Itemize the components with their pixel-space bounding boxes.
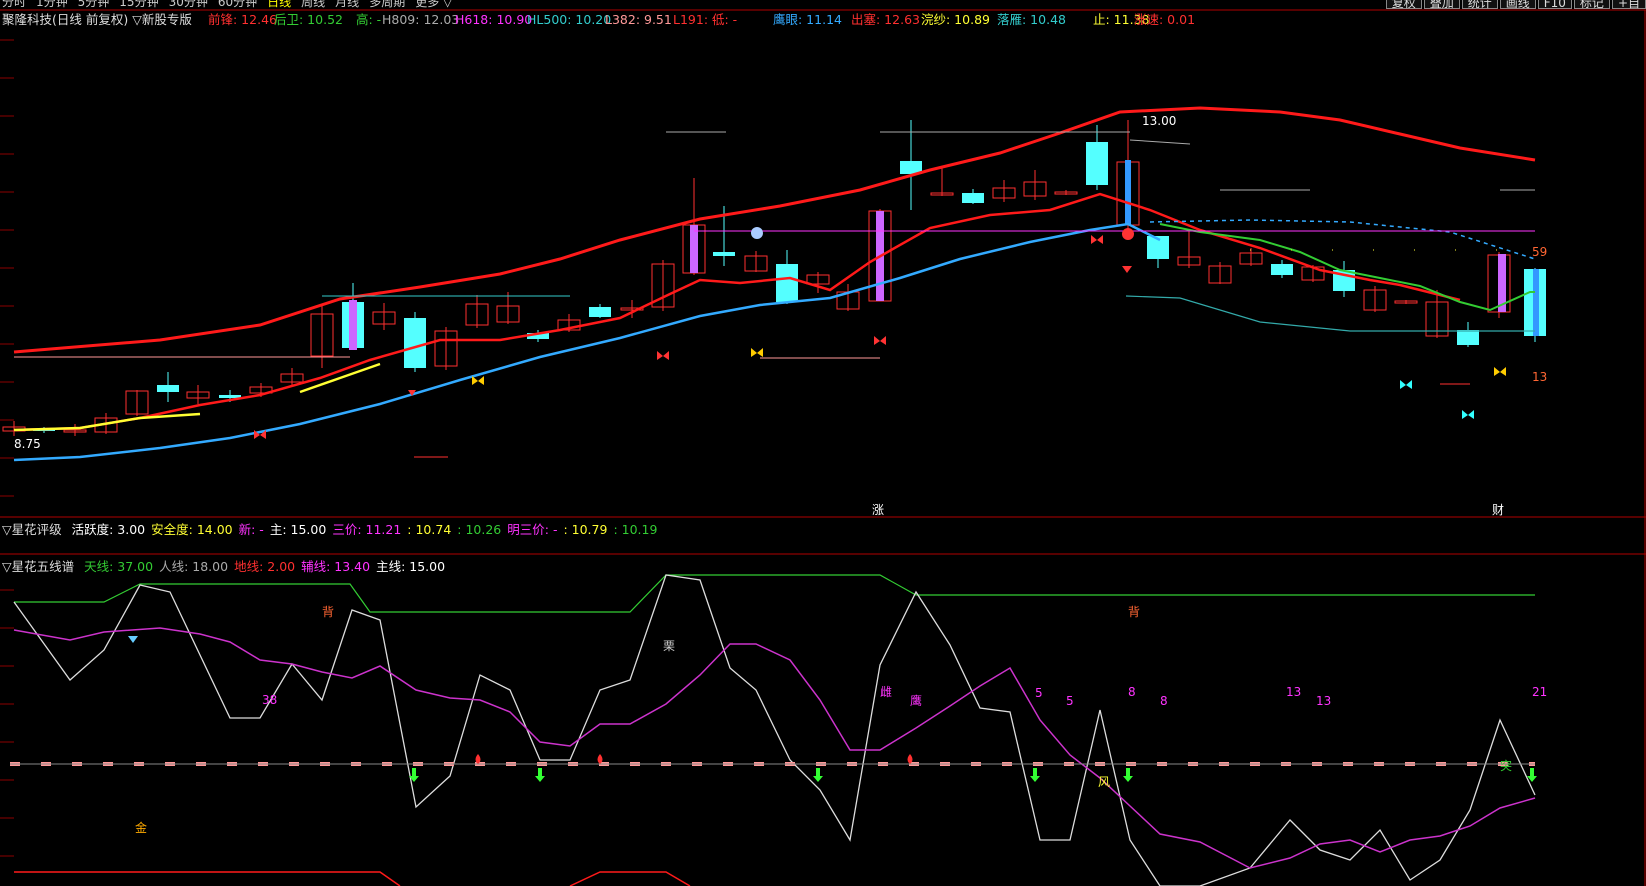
five-line-label-7: 鹰 — [910, 693, 922, 708]
five-line-item-0: 天线: 37.00 — [84, 559, 154, 574]
star-rating-item-1: 安全度: 14.00 — [151, 522, 233, 537]
candle-body — [1271, 264, 1293, 275]
blue-ball-marker — [751, 227, 763, 239]
resist-line-3 — [1129, 139, 1191, 145]
blue-candle-core — [1125, 160, 1131, 225]
butterfly-marker — [1462, 410, 1474, 419]
candle-body — [962, 193, 984, 203]
five-line-label-11: 8 — [1128, 685, 1136, 699]
five-line-label-9: 5 — [1035, 686, 1043, 700]
star-rating-item-7: 明三价: - — [507, 522, 558, 537]
ma-dashed-blue — [1149, 219, 1536, 260]
panel-star-rating-title[interactable]: ▽星花评级 — [2, 522, 62, 537]
butterfly-marker — [1494, 367, 1506, 376]
kline-chart-canvas[interactable]: 13.00 8.75 59 13 涨 财背 背栗金 风 突 雌鹰 38 5 5 8 8 13 13 21 — [0, 0, 1646, 886]
five-line-label-8: 38 — [262, 693, 277, 707]
sky-line — [14, 574, 1535, 613]
five-line-item-2: 地线: 2.00 — [234, 559, 296, 574]
ma-yellow-segment — [13, 412, 201, 432]
purple-candle-core — [349, 300, 357, 350]
diamond-marker-2 — [1122, 266, 1132, 273]
blue-diamond-icon — [128, 636, 138, 643]
price-label-13: 13 — [1532, 370, 1547, 384]
star-rating-item-8: : 10.79 — [563, 522, 608, 537]
ma-teal-line — [1125, 295, 1535, 332]
blue-candle-core — [1533, 269, 1539, 336]
ma-yellow-segment-2 — [299, 362, 381, 394]
butterfly-marker — [472, 376, 484, 385]
five-line-label-6: 雌 — [880, 684, 892, 699]
down-arrow-icon — [535, 768, 545, 782]
star-rating-item-5: : 10.74 — [407, 522, 452, 537]
main-line — [13, 574, 1536, 886]
butterfly-marker — [751, 348, 763, 357]
price-label-high: 13.00 — [1142, 114, 1176, 128]
butterfly-marker — [1091, 235, 1103, 244]
five-line-label-4: 风 — [1098, 775, 1110, 789]
butterfly-marker — [1400, 380, 1412, 389]
five-line-label-1: 背 — [1128, 605, 1140, 619]
panel-star-rating: ▽星花评级 活跃度: 3.00 安全度: 14.00 新: - 主: 15.00 三价:… — [2, 519, 669, 538]
star-rating-item-0: 活跃度: 3.00 — [71, 522, 146, 537]
five-line-label-3: 金 — [135, 820, 147, 835]
earth-line — [14, 871, 401, 886]
star-rating-item-2: 新: - — [238, 522, 264, 537]
five-line-label-5: 突 — [1500, 758, 1512, 773]
butterfly-marker — [874, 336, 886, 345]
marker-cai: 财 — [1492, 503, 1504, 517]
five-line-label-13: 13 — [1286, 685, 1301, 699]
panel-five-line-title[interactable]: ▽星花五线谱 — [2, 559, 74, 574]
five-line-label-10: 5 — [1066, 694, 1074, 708]
candle-body — [1086, 142, 1108, 185]
candle-body — [404, 318, 426, 368]
five-line-label-15: 21 — [1532, 685, 1547, 699]
five-line-label-2: 栗 — [663, 639, 675, 653]
price-label-59: 59 — [1532, 245, 1547, 259]
ma-red-upper — [13, 106, 1536, 354]
red-ball-marker — [1122, 228, 1134, 240]
ma-front-line — [13, 192, 1461, 432]
star-rating-item-6: : 10.26 — [457, 522, 502, 537]
butterfly-marker — [657, 351, 669, 360]
star-rating-item-4: 三价: 11.21 — [332, 522, 402, 537]
candle-body — [589, 307, 611, 317]
down-arrow-icon — [1123, 768, 1133, 782]
down-arrow-icon — [813, 768, 823, 782]
five-line-label-14: 13 — [1316, 694, 1331, 708]
purple-candle-core — [690, 225, 698, 273]
five-line-item-4: 主线: 15.00 — [376, 559, 446, 574]
panel-five-line: ▽星花五线谱 天线: 37.00 人线: 18.00 地线: 2.00 辅线: 13.… — [2, 556, 457, 575]
candle-body — [713, 252, 735, 256]
price-label-low: 8.75 — [14, 437, 41, 451]
candle-body — [1457, 330, 1479, 345]
five-line-label-0: 背 — [322, 605, 334, 619]
marker-zhang: 涨 — [872, 502, 884, 517]
five-line-label-12: 8 — [1160, 694, 1168, 708]
star-rating-item-9: : 10.19 — [613, 522, 658, 537]
earth-line-2 — [569, 871, 691, 886]
candle-body — [776, 264, 798, 302]
five-line-item-3: 辅线: 13.40 — [301, 559, 371, 574]
aux-line — [13, 627, 1536, 869]
star-rating-item-3: 主: 15.00 — [269, 522, 327, 537]
five-line-item-1: 人线: 18.00 — [159, 559, 229, 574]
ma-green-line — [1159, 223, 1535, 312]
candle-body — [157, 385, 179, 392]
ma-blue-line — [13, 222, 1161, 462]
down-arrow-icon — [1030, 768, 1040, 782]
